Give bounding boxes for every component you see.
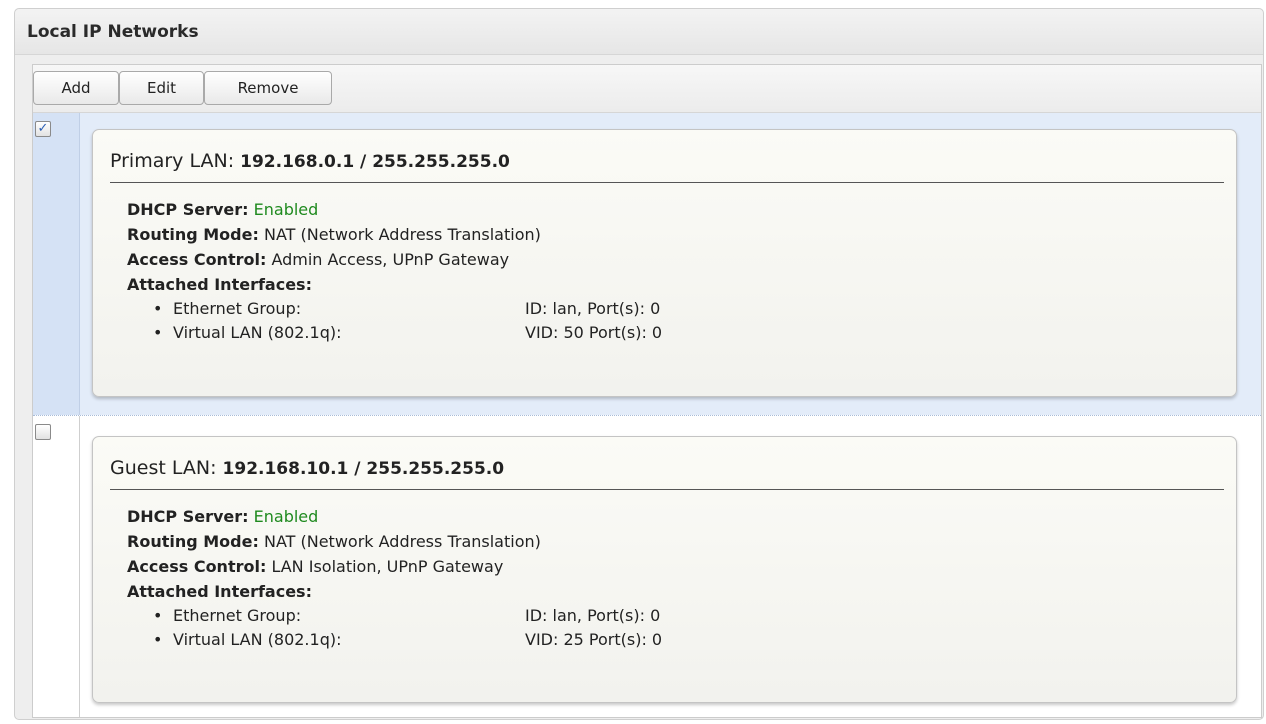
row-checkbox[interactable] (35, 424, 51, 440)
network-details: DHCP Server: Enabled Routing Mode: NAT (… (127, 197, 662, 345)
network-ip: 192.168.10.1 / 255.255.255.0 (222, 459, 505, 479)
interface-value: VID: 50 Port(s): 0 (525, 323, 663, 342)
access-line: Access Control: Admin Access, UPnP Gatew… (127, 247, 541, 272)
routing-value: NAT (Network Address Translation) (263, 225, 541, 244)
bullet-icon: • (153, 323, 163, 342)
network-card: Primary LAN: 192.168.0.1 / 255.255.255.0… (92, 129, 1237, 397)
interface-item: • Virtual LAN (802.1q): VID: 25 Port(s):… (127, 628, 662, 652)
local-ip-networks-panel: Local IP Networks Add Edit Remove ✓ Prim… (14, 8, 1264, 720)
routing-label: Routing Mode: (127, 532, 259, 551)
dhcp-label: DHCP Server: (127, 200, 249, 219)
routing-value: NAT (Network Address Translation) (263, 532, 541, 551)
interface-value: VID: 25 Port(s): 0 (525, 630, 663, 649)
network-ip: 192.168.0.1 / 255.255.255.0 (240, 152, 510, 172)
access-label: Access Control: (127, 250, 267, 269)
access-value: LAN Isolation, UPnP Gateway (271, 557, 504, 576)
interface-name: Ethernet Group: (173, 299, 302, 318)
networks-list-container: Add Edit Remove ✓ Primary LAN: 192.168.0… (32, 64, 1262, 718)
add-button[interactable]: Add (33, 71, 119, 105)
dhcp-status: Enabled (253, 507, 319, 526)
access-line: Access Control: LAN Isolation, UPnP Gate… (127, 554, 541, 579)
network-details: DHCP Server: Enabled Routing Mode: NAT (… (127, 504, 662, 652)
bullet-icon: • (153, 299, 163, 318)
interfaces-label: Attached Interfaces: (127, 275, 312, 294)
bullet-icon: • (153, 630, 163, 649)
interfaces-label: Attached Interfaces: (127, 582, 312, 601)
row-checkbox[interactable]: ✓ (35, 121, 51, 137)
routing-line: Routing Mode: NAT (Network Address Trans… (127, 222, 541, 247)
network-name: Guest LAN: (110, 457, 217, 479)
network-row-guest[interactable]: Guest LAN: 192.168.10.1 / 255.255.255.0 … (33, 415, 1261, 717)
access-value: Admin Access, UPnP Gateway (271, 250, 510, 269)
access-label: Access Control: (127, 557, 267, 576)
edit-button[interactable]: Edit (119, 71, 204, 105)
interface-name: Virtual LAN (802.1q): (173, 630, 342, 649)
checkmark-icon: ✓ (37, 121, 49, 136)
interfaces-line: Attached Interfaces: (127, 579, 541, 604)
dhcp-label: DHCP Server: (127, 507, 249, 526)
dhcp-line: DHCP Server: Enabled (127, 504, 541, 529)
interfaces-line: Attached Interfaces: (127, 272, 541, 297)
interface-name: Ethernet Group: (173, 606, 302, 625)
interface-name: Virtual LAN (802.1q): (173, 323, 342, 342)
routing-label: Routing Mode: (127, 225, 259, 244)
row-select-cell (33, 416, 80, 717)
interface-item: • Ethernet Group: ID: lan, Port(s): 0 (127, 604, 660, 628)
network-card: Guest LAN: 192.168.10.1 / 255.255.255.0 … (92, 436, 1237, 703)
panel-title: Local IP Networks (15, 9, 1263, 55)
interface-value: ID: lan, Port(s): 0 (525, 606, 661, 625)
network-header: Primary LAN: 192.168.0.1 / 255.255.255.0 (110, 150, 1224, 183)
network-header: Guest LAN: 192.168.10.1 / 255.255.255.0 (110, 457, 1224, 490)
toolbar: Add Edit Remove (33, 65, 1261, 113)
dhcp-line: DHCP Server: Enabled (127, 197, 541, 222)
network-row-primary[interactable]: ✓ Primary LAN: 192.168.0.1 / 255.255.255… (33, 113, 1261, 415)
dhcp-status: Enabled (253, 200, 319, 219)
interface-value: ID: lan, Port(s): 0 (525, 299, 661, 318)
network-name: Primary LAN: (110, 150, 235, 172)
routing-line: Routing Mode: NAT (Network Address Trans… (127, 529, 541, 554)
bullet-icon: • (153, 606, 163, 625)
interface-item: • Ethernet Group: ID: lan, Port(s): 0 (127, 297, 660, 321)
row-select-cell: ✓ (33, 113, 80, 415)
interface-item: • Virtual LAN (802.1q): VID: 50 Port(s):… (127, 321, 662, 345)
remove-button[interactable]: Remove (204, 71, 332, 105)
